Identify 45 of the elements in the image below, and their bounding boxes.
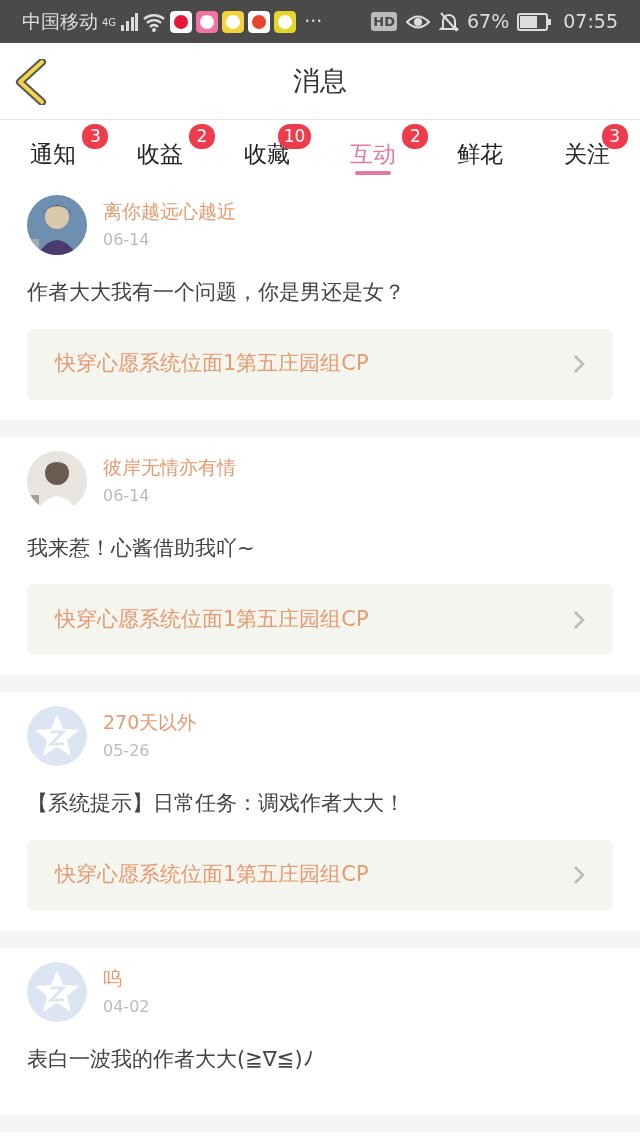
- badge-count: 2: [189, 124, 215, 150]
- more-notifications: ···: [304, 9, 323, 35]
- default-avatar-icon: [27, 706, 87, 766]
- message-date: 06-14: [103, 484, 150, 507]
- app-icon: [222, 10, 245, 33]
- muted-bell-icon: [439, 10, 459, 33]
- tab-underline: [355, 171, 392, 175]
- wifi-icon: [142, 11, 167, 32]
- chevron-right-icon: [573, 865, 585, 885]
- battery-icon: [517, 12, 552, 31]
- reference-link[interactable]: 快穿心愿系统位面1第五庄园组CP: [27, 584, 613, 655]
- network-type: 4G: [102, 16, 117, 31]
- carrier-name: 中国移动: [22, 9, 98, 35]
- app-icon: [170, 10, 193, 33]
- message-text: 【系统提示】日常任务：调戏作者大大！: [27, 790, 406, 817]
- reference-link[interactable]: 快穿心愿系统位面1第五庄园组CP: [27, 839, 613, 911]
- message-text: 我来惹！心酱借助我吖~: [27, 534, 256, 562]
- tab[interactable]: 鲜花: [426, 116, 534, 185]
- app-icon: [274, 10, 297, 33]
- message-date: 04-02: [103, 995, 150, 1018]
- clock-time: 07:55: [563, 9, 618, 35]
- page-title: 消息: [293, 63, 347, 98]
- reference-link[interactable]: 快穿心愿系统位面1第五庄园组CP: [27, 328, 613, 400]
- badge-count: 2: [402, 124, 429, 150]
- message-text: 表白一波我的作者大大(≧∇≦)ﾉ: [27, 1045, 315, 1073]
- hd-icon: HD: [371, 11, 397, 32]
- chevron-right-icon: [573, 609, 585, 630]
- user-name[interactable]: 270天以外: [103, 709, 197, 735]
- back-icon[interactable]: [14, 59, 48, 105]
- message-text: 作者大大我有一个问题，你是男还是女？: [27, 279, 406, 306]
- message-date: 06-14: [103, 229, 150, 251]
- tab[interactable]: 互动 2: [320, 116, 427, 185]
- app-icon: [196, 10, 219, 33]
- user-name[interactable]: 呜: [103, 964, 122, 991]
- tab[interactable]: 收益 2: [106, 116, 214, 185]
- badge-count: 3: [82, 124, 109, 150]
- default-avatar-icon: [27, 961, 87, 1022]
- battery-percent: 67%: [467, 9, 510, 35]
- user-name[interactable]: 离你越远心越近: [103, 198, 236, 224]
- app-icon: [248, 10, 271, 33]
- signal-icon: [120, 12, 139, 31]
- chevron-right-icon: [573, 354, 585, 374]
- tab[interactable]: 通知 3: [0, 116, 107, 185]
- user-name[interactable]: 彼岸无情亦有情: [103, 453, 236, 480]
- message-date: 05-26: [103, 740, 150, 762]
